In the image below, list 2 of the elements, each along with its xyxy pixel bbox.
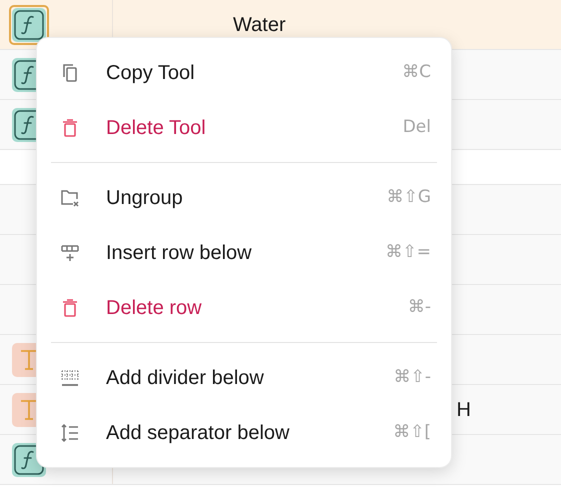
row-label: Water <box>233 12 286 38</box>
row-label: H <box>456 398 471 422</box>
